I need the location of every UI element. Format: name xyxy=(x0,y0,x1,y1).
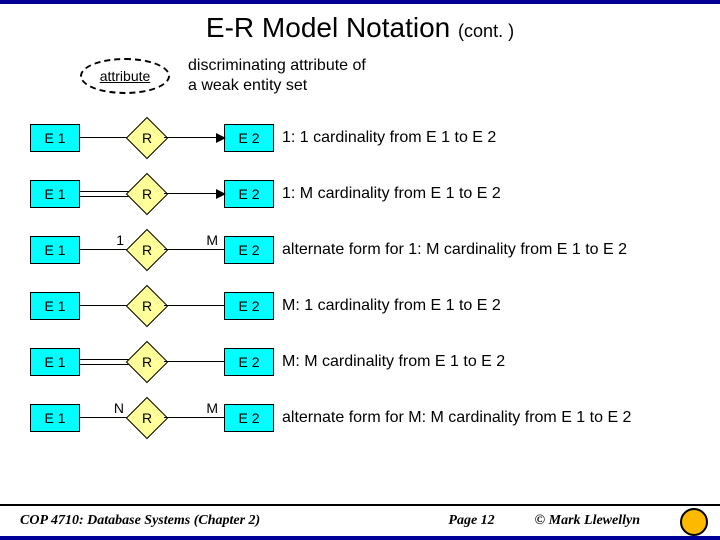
attribute-description: discriminating attribute of a weak entit… xyxy=(188,56,366,96)
notation-row: E 1 R E 2 1: 1 cardinality from E 1 to E 2 xyxy=(30,110,720,166)
cardinality-left-label: 1 xyxy=(116,232,124,248)
cardinality-right-label: M xyxy=(206,232,218,248)
notation-row: E 11RME 2alternate form for 1: M cardina… xyxy=(30,222,720,278)
notation-rows: E 1RE 21: 1 cardinality from E 1 to E 2E… xyxy=(30,110,720,446)
entity-e2: E 2 xyxy=(224,236,274,264)
relationship-label: R xyxy=(142,298,152,314)
row-description: alternate form for M: M cardinality from… xyxy=(282,409,631,427)
relationship-diamond: R xyxy=(126,397,168,439)
line-e1-r: N xyxy=(80,417,130,419)
line-e1-r: 1 xyxy=(80,249,130,251)
top-bar xyxy=(0,0,720,4)
entity-e1: E 1 xyxy=(30,236,80,264)
entity-e1: E 1 xyxy=(30,292,80,320)
entity-e2: E 2 xyxy=(224,348,274,376)
title-cont: (cont. ) xyxy=(458,21,514,41)
line-r-e2 xyxy=(164,137,224,139)
slide-title: E-R Model Notation (cont. ) xyxy=(0,12,720,44)
relationship-diamond: R xyxy=(126,285,168,327)
relationship-label: R xyxy=(142,354,152,370)
relationship-diamond: R xyxy=(126,117,168,159)
row-description: 1: M cardinality from E 1 to E 2 xyxy=(282,185,501,203)
entity-e2: E 2 xyxy=(224,404,274,432)
cardinality-right-label: M xyxy=(206,400,218,416)
content-area: attribute discriminating attribute of a … xyxy=(0,44,720,446)
attr-desc-line1: discriminating attribute of xyxy=(188,56,366,76)
line-e1-r xyxy=(80,359,130,365)
relationship-label: R xyxy=(142,186,152,202)
title-main: E-R Model Notation xyxy=(206,12,450,43)
relationship-label: R xyxy=(142,130,152,146)
row-description: M: M cardinality from E 1 to E 2 xyxy=(282,353,505,371)
entity-e1: E 1 xyxy=(30,348,80,376)
attr-desc-line2: a weak entity set xyxy=(188,76,366,96)
entity-e2: E 2 xyxy=(224,292,274,320)
attribute-row: attribute discriminating attribute of a … xyxy=(80,56,720,96)
entity-e1: E 1 xyxy=(30,124,80,152)
row-description: M: 1 cardinality from E 1 to E 2 xyxy=(282,297,501,315)
relationship-label: R xyxy=(142,242,152,258)
notation-row: E 1 R E 2 M: 1 cardinality from E 1 to E 2 xyxy=(30,278,720,334)
footer-course: COP 4710: Database Systems (Chapter 2) xyxy=(20,513,408,529)
entity-e2: E 2 xyxy=(224,124,274,152)
relationship-diamond: R xyxy=(126,173,168,215)
attribute-label: attribute xyxy=(100,68,151,84)
notation-row: E 1 R E 2 1: M cardinality from E 1 to E 2 xyxy=(30,166,720,222)
notation-row: E 1 R E 2 M: M cardinality from E 1 to E 2 xyxy=(30,334,720,390)
line-r-e2: M xyxy=(164,417,224,419)
arrowhead-icon xyxy=(216,189,226,199)
cardinality-left-label: N xyxy=(114,400,124,416)
line-e1-r xyxy=(80,191,130,197)
line-e1-r xyxy=(80,305,130,307)
school-logo-icon xyxy=(680,508,708,536)
relationship-label: R xyxy=(142,410,152,426)
line-r-e2 xyxy=(164,305,224,307)
entity-e1: E 1 xyxy=(30,180,80,208)
notation-row: E 1NRME 2alternate form for M: M cardina… xyxy=(30,390,720,446)
line-r-e2 xyxy=(164,193,224,195)
footer-copyright: © Mark Llewellyn xyxy=(535,513,640,529)
entity-e1: E 1 xyxy=(30,404,80,432)
entity-e2: E 2 xyxy=(224,180,274,208)
line-r-e2: M xyxy=(164,249,224,251)
footer-page: Page 12 xyxy=(448,513,494,529)
arrowhead-icon xyxy=(216,133,226,143)
footer: COP 4710: Database Systems (Chapter 2) P… xyxy=(0,504,720,540)
line-e1-r xyxy=(80,137,130,139)
row-description: alternate form for 1: M cardinality from… xyxy=(282,241,627,259)
relationship-diamond: R xyxy=(126,341,168,383)
relationship-diamond: R xyxy=(126,229,168,271)
line-r-e2 xyxy=(164,361,224,363)
attribute-ellipse: attribute xyxy=(80,58,170,94)
row-description: 1: 1 cardinality from E 1 to E 2 xyxy=(282,129,496,147)
